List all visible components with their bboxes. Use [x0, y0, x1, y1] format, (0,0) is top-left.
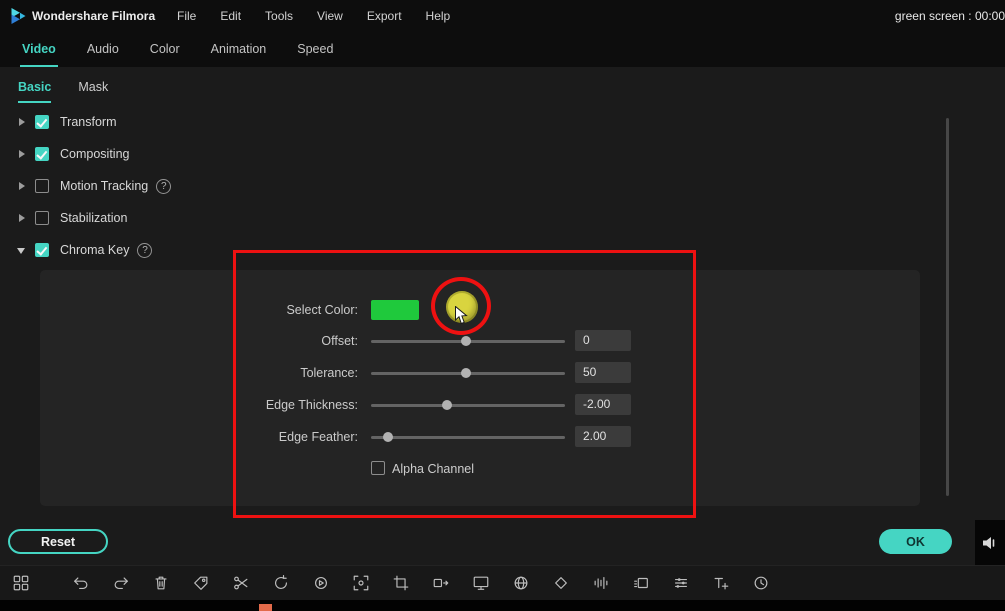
panel-scrollbar[interactable] — [946, 118, 949, 496]
keyframe-icon[interactable] — [552, 574, 570, 592]
collapse-caret-icon[interactable] — [17, 244, 29, 256]
audio-toggle[interactable] — [975, 520, 1005, 566]
color-picker-button[interactable] — [446, 291, 478, 323]
snapshot-icon[interactable] — [352, 574, 370, 592]
offset-row: Offset: 0 — [40, 329, 920, 353]
property-label: Transform — [60, 115, 117, 129]
delete-icon[interactable] — [152, 574, 170, 592]
subtab-mask[interactable]: Mask — [78, 80, 108, 103]
edge-feather-row: Edge Feather: 2.00 — [40, 425, 920, 449]
property-label: Stabilization — [60, 211, 128, 225]
slider-handle[interactable] — [441, 400, 452, 410]
help-icon[interactable] — [156, 178, 172, 194]
tolerance-value-field[interactable]: 50 — [575, 362, 631, 383]
property-list: Transform Compositing Motion Tracking St… — [0, 106, 960, 266]
property-row-compositing[interactable]: Compositing — [0, 138, 960, 170]
select-color-row: Select Color: — [40, 298, 920, 322]
menu-export[interactable]: Export — [367, 9, 402, 23]
menubar: File Edit Tools View Export Help — [177, 0, 450, 32]
menu-view[interactable]: View — [317, 9, 343, 23]
offset-label: Offset: — [321, 334, 358, 348]
property-row-motion-tracking[interactable]: Motion Tracking — [0, 170, 960, 202]
expand-caret-icon[interactable] — [17, 212, 29, 224]
timeline-strip — [0, 600, 1005, 611]
marker-icon[interactable] — [192, 574, 210, 592]
edge-thickness-slider[interactable] — [371, 400, 565, 410]
timeline-toolbar — [0, 565, 1005, 600]
filmora-logo-icon — [11, 8, 26, 24]
screen-record-icon[interactable] — [472, 574, 490, 592]
editor-tabs: Video Audio Color Animation Speed — [0, 32, 1005, 67]
offset-value-field[interactable]: 0 — [575, 330, 631, 351]
compositing-checkbox[interactable] — [35, 147, 49, 161]
project-info: green screen : 00:00 — [894, 9, 1005, 23]
menu-edit[interactable]: Edit — [220, 9, 241, 23]
help-icon[interactable] — [137, 242, 153, 258]
expand-caret-icon[interactable] — [17, 116, 29, 128]
stabilization-checkbox[interactable] — [35, 211, 49, 225]
adjust-icon[interactable] — [672, 574, 690, 592]
slider-handle[interactable] — [383, 432, 394, 442]
edge-feather-label: Edge Feather: — [278, 430, 358, 444]
property-row-transform[interactable]: Transform — [0, 106, 960, 138]
slider-handle[interactable] — [461, 336, 472, 346]
undo-icon[interactable] — [72, 574, 90, 592]
offset-slider[interactable] — [371, 336, 565, 346]
transform-checkbox[interactable] — [35, 115, 49, 129]
edge-feather-slider[interactable] — [371, 432, 565, 442]
ok-button[interactable]: OK — [879, 529, 952, 554]
globe-icon[interactable] — [512, 574, 530, 592]
property-label: Compositing — [60, 147, 130, 161]
app-title: Wondershare Filmora — [32, 9, 156, 23]
property-row-stabilization[interactable]: Stabilization — [0, 202, 960, 234]
expand-caret-icon[interactable] — [17, 180, 29, 192]
edge-feather-value-field[interactable]: 2.00 — [575, 426, 631, 447]
tab-animation[interactable]: Animation — [209, 32, 269, 67]
chroma-key-panel: Select Color: Offset: 0 Tolerance: 50 Ed… — [40, 270, 920, 506]
audio-wave-icon[interactable] — [592, 574, 610, 592]
add-text-icon[interactable] — [712, 574, 730, 592]
tab-audio[interactable]: Audio — [85, 32, 121, 67]
expand-caret-icon[interactable] — [17, 148, 29, 160]
subtab-basic[interactable]: Basic — [18, 80, 52, 103]
property-label: Chroma Key — [60, 243, 130, 257]
video-subtabs: Basic Mask — [18, 80, 108, 103]
alpha-channel-label: Alpha Channel — [392, 462, 475, 476]
property-label: Motion Tracking — [60, 179, 149, 193]
speed-icon[interactable] — [272, 574, 290, 592]
menu-help[interactable]: Help — [426, 9, 451, 23]
title-bar: Wondershare Filmora File Edit Tools View… — [0, 0, 1005, 32]
media-grid-icon[interactable] — [12, 574, 30, 592]
alpha-channel-checkbox[interactable] — [371, 461, 385, 475]
select-color-label: Select Color: — [286, 303, 358, 317]
filmora-window: Wondershare Filmora File Edit Tools View… — [0, 0, 1005, 611]
redo-icon[interactable] — [112, 574, 130, 592]
color-swatch[interactable] — [371, 300, 419, 320]
edge-thickness-row: Edge Thickness: -2.00 — [40, 393, 920, 417]
split-icon[interactable] — [232, 574, 250, 592]
reset-button[interactable]: Reset — [8, 529, 108, 554]
tolerance-slider[interactable] — [371, 368, 565, 378]
menu-file[interactable]: File — [177, 9, 196, 23]
menu-tools[interactable]: Tools — [265, 9, 293, 23]
motion-blur-icon[interactable] — [632, 574, 650, 592]
tolerance-row: Tolerance: 50 — [40, 361, 920, 385]
timer-icon[interactable] — [752, 574, 770, 592]
alpha-channel-row: Alpha Channel — [40, 457, 920, 481]
tab-speed[interactable]: Speed — [295, 32, 335, 67]
play-circle-icon[interactable] — [312, 574, 330, 592]
mute-audio-icon — [983, 537, 995, 549]
tab-color[interactable]: Color — [148, 32, 182, 67]
chroma-key-checkbox[interactable] — [35, 243, 49, 257]
edge-thickness-value-field[interactable]: -2.00 — [575, 394, 631, 415]
edge-thickness-label: Edge Thickness: — [265, 398, 358, 412]
ripple-edit-icon[interactable] — [432, 574, 450, 592]
motion-tracking-checkbox[interactable] — [35, 179, 49, 193]
property-row-chroma-key[interactable]: Chroma Key — [0, 234, 960, 266]
slider-handle[interactable] — [461, 368, 472, 378]
timeline-marker[interactable] — [259, 604, 272, 611]
tolerance-label: Tolerance: — [300, 366, 358, 380]
tab-video[interactable]: Video — [20, 32, 58, 67]
crop-icon[interactable] — [392, 574, 410, 592]
